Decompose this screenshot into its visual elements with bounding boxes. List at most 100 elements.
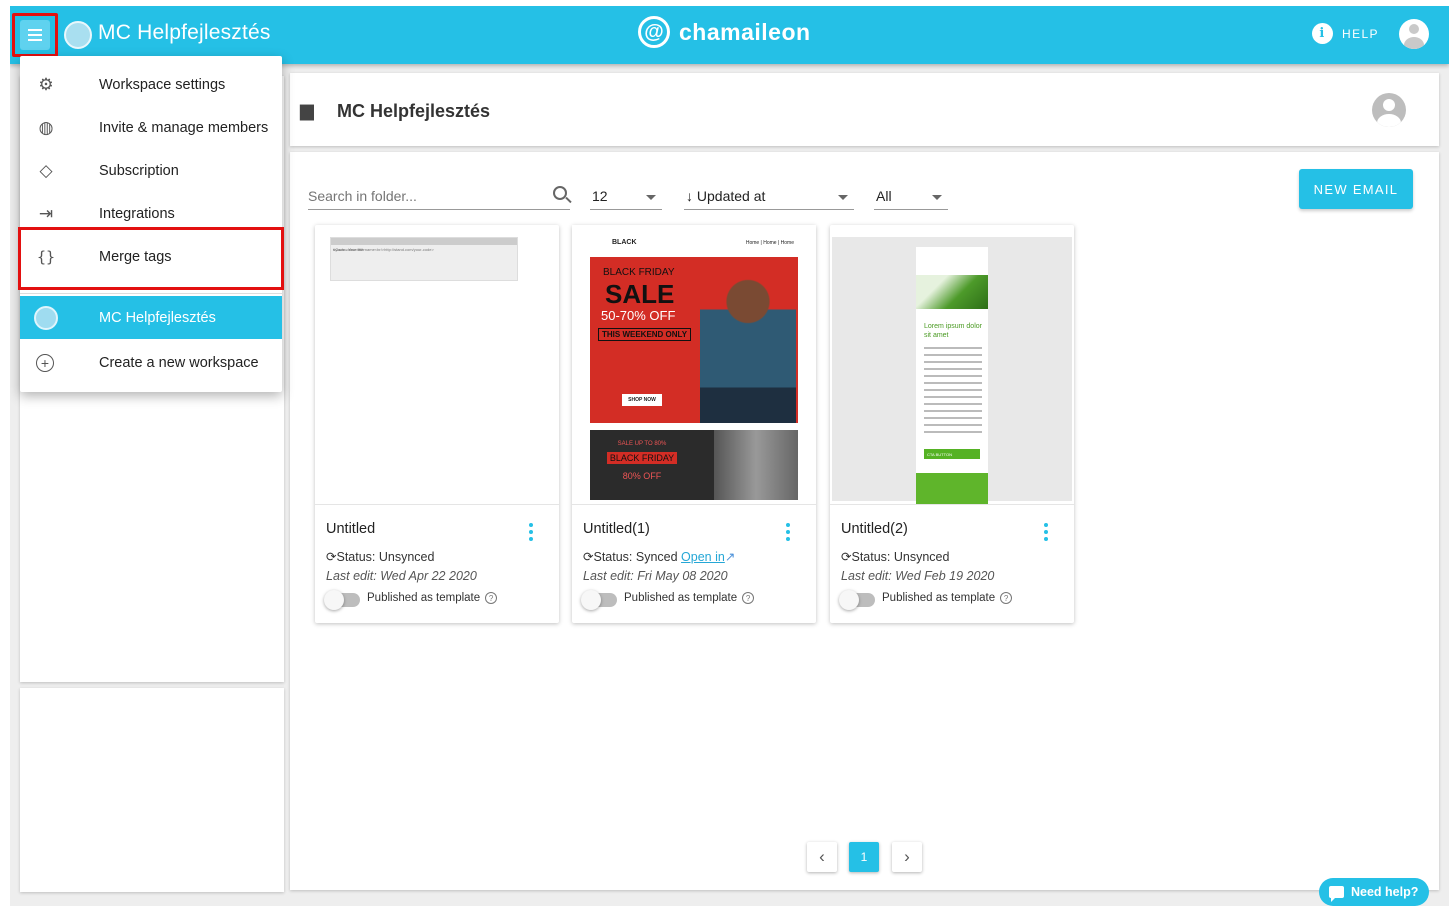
integrations-icon: ⇥ [38, 203, 54, 223]
page-size-value: 12 [592, 188, 608, 204]
thumbnail-preview: #Code - Your title <your-code><br/>name<… [330, 237, 518, 281]
email-thumbnail[interactable]: #Code - Your title <your-code><br/>name<… [315, 225, 559, 505]
sync-status: ⟳Status: Unsynced [841, 549, 949, 564]
chat-icon [1329, 886, 1344, 902]
filter-select[interactable]: All [874, 180, 948, 210]
search-icon[interactable] [553, 186, 567, 200]
sync-icon: ⟳ [583, 550, 594, 564]
new-email-button[interactable]: NEW EMAIL [1299, 169, 1413, 209]
workspace-menu: ⚙ Workspace settings ◍ Invite & manage m… [18, 56, 284, 392]
more-vert-icon[interactable] [786, 523, 790, 541]
more-vert-icon[interactable] [529, 523, 533, 541]
published-toggle[interactable] [324, 590, 360, 610]
caret-down-icon [932, 195, 942, 200]
members-icon: ◍ [38, 117, 54, 137]
workspace-avatar [34, 305, 58, 330]
thumbnail-footer [916, 473, 988, 504]
thumbnail-text: CTA BUTTON [924, 449, 980, 459]
thumbnail-text: BLACK FRIDAY [606, 452, 678, 464]
thumbnail-text: SALE [605, 279, 675, 309]
search-input[interactable]: Search in folder... [308, 180, 570, 210]
menu-item-subscription[interactable]: ◇ Subscription [20, 149, 282, 192]
menu-item-workspace[interactable]: MC Helpfejlesztés [20, 296, 282, 339]
thumbnail-text: 50-70% OFF [601, 308, 676, 323]
open-in-link[interactable]: Open in [681, 550, 725, 564]
need-help-label: Need help? [1351, 885, 1419, 899]
thumbnail-text: BLACK [612, 239, 637, 246]
thumbnail-text: Home | Home | Home [745, 240, 794, 246]
menu-item-create-workspace[interactable]: + Create a new workspace [20, 341, 282, 384]
model-image [700, 261, 796, 423]
sort-value: ↓ Updated at [686, 188, 765, 204]
page-size-select[interactable]: 12 [590, 180, 662, 210]
diamond-icon: ◇ [39, 160, 53, 180]
sync-status: ⟳Status: Unsynced [326, 549, 434, 564]
folder-header: ▆ MC Helpfejlesztés [290, 73, 1439, 146]
status-text: Status: Synced [593, 550, 678, 564]
card-title[interactable]: Untitled [326, 521, 375, 537]
help-circle-icon[interactable]: ? [742, 592, 755, 604]
menu-item-label: Integrations [99, 205, 175, 222]
thumbnail-column: Lorem ipsum dolor sit amet CTA BUTTON [916, 247, 988, 504]
menu-item-label: MC Helpfejlesztés [99, 309, 216, 326]
email-card[interactable]: #Code - Your title <your-code><br/>name<… [315, 225, 559, 623]
sort-select[interactable]: ↓ Updated at [684, 180, 854, 210]
thumbnail-bottom: SALE UP TO 80% BLACK FRIDAY 80% OFF [590, 430, 798, 500]
email-card[interactable]: Lorem ipsum dolor sit amet CTA BUTTON Un… [830, 225, 1074, 623]
menu-item-workspace-settings[interactable]: ⚙ Workspace settings [20, 63, 282, 106]
member-avatar[interactable] [1372, 93, 1406, 127]
thumbnail-paragraph [924, 347, 982, 437]
menu-button[interactable] [12, 13, 58, 57]
thumbnail-text: SHOP NOW [622, 394, 662, 406]
thumbnail-text: BLACK FRIDAY [603, 267, 675, 278]
thumbnail-text: SALE UP TO 80% [617, 441, 667, 447]
email-thumbnail[interactable]: Lorem ipsum dolor sit amet CTA BUTTON [830, 225, 1074, 505]
brand-logo: @ chamaileon [638, 16, 811, 48]
email-thumbnail[interactable]: BLACK Home | Home | Home BLACK FRIDAY SA… [572, 225, 816, 505]
need-help-button[interactable]: Need help? [1319, 878, 1429, 906]
sync-icon: ⟳ [326, 550, 337, 564]
workspace-title[interactable]: MC Helpfejlesztés [98, 21, 271, 45]
published-label: Published as template? [882, 592, 1013, 604]
search-placeholder: Search in folder... [308, 188, 417, 204]
next-page-button[interactable]: › [892, 842, 922, 872]
filter-value: All [876, 188, 892, 204]
menu-item-label: Create a new workspace [99, 354, 259, 371]
external-app-icon[interactable]: ↗ [725, 550, 735, 564]
help-circle-icon[interactable]: ? [1000, 592, 1013, 604]
thumbnail-preview: Lorem ipsum dolor sit amet CTA BUTTON [832, 237, 1072, 504]
page-1-button[interactable]: 1 [849, 842, 879, 872]
menu-item-label: Workspace settings [99, 76, 226, 93]
user-avatar[interactable] [1399, 19, 1429, 49]
building-icon: ▆ [300, 100, 314, 120]
published-label: Published as template? [367, 592, 498, 604]
caret-down-icon [838, 195, 848, 200]
menu-divider [20, 293, 282, 294]
help-label: HELP [1342, 26, 1379, 41]
status-text: Status: Unsynced [336, 550, 435, 564]
email-card[interactable]: BLACK Home | Home | Home BLACK FRIDAY SA… [572, 225, 816, 623]
info-icon: i [1312, 23, 1333, 44]
thumbnail-text: THIS WEEKEND ONLY [598, 328, 692, 341]
menu-item-invite-members[interactable]: ◍ Invite & manage members [20, 106, 282, 149]
product-image [714, 430, 798, 500]
brand-name: chamaileon [679, 18, 811, 45]
prev-page-button[interactable]: ‹ [807, 842, 837, 872]
card-title[interactable]: Untitled(2) [841, 521, 908, 537]
caret-down-icon [646, 195, 656, 200]
more-vert-icon[interactable] [1044, 523, 1048, 541]
published-toggle[interactable] [581, 590, 617, 610]
published-toggle[interactable] [839, 590, 875, 610]
thumbnail-text: 80% OFF [622, 471, 662, 481]
card-title[interactable]: Untitled(1) [583, 521, 650, 537]
sync-status: ⟳Status: Synced Open in↗ [583, 549, 735, 564]
gear-icon: ⚙ [38, 74, 54, 94]
thumbnail-nav: BLACK Home | Home | Home [590, 237, 798, 251]
help-circle-icon[interactable]: ? [485, 592, 498, 604]
help-button[interactable]: i HELP [1312, 23, 1379, 44]
leaf-image [916, 275, 988, 309]
status-text: Status: Unsynced [851, 550, 950, 564]
last-edit: Last edit: Wed Feb 19 2020 [841, 569, 995, 583]
email-list-panel: Search in folder... 12 ↓ Updated at All … [290, 152, 1439, 890]
add-circle-icon: + [36, 353, 54, 372]
